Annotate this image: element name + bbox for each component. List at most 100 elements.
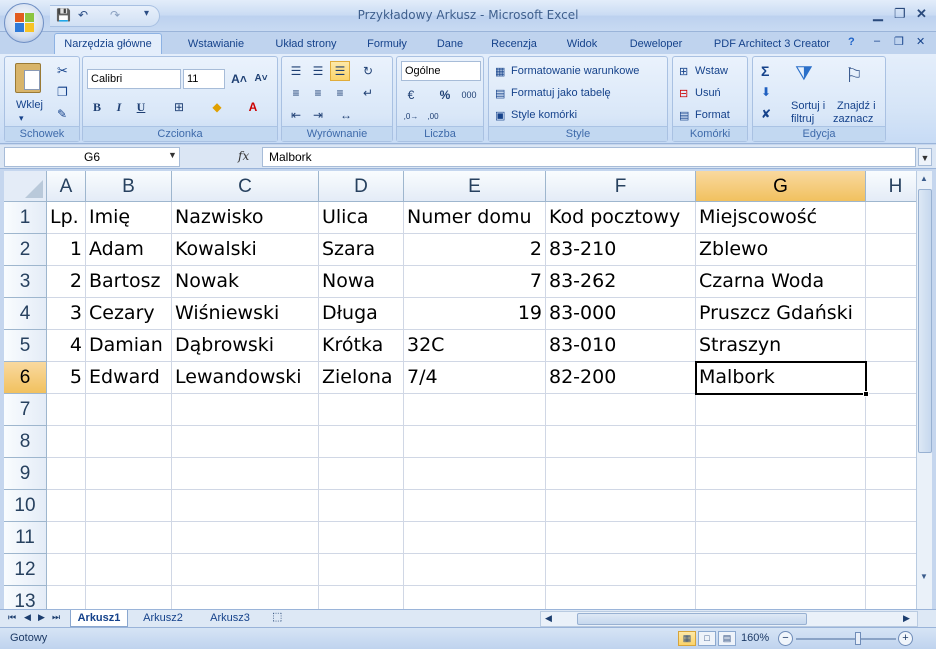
cell-styles-button[interactable]: Style komórki: [511, 109, 577, 121]
select-all-button[interactable]: [4, 171, 47, 202]
cell-e6[interactable]: 7/4: [404, 362, 546, 394]
cell-e7[interactable]: [404, 394, 546, 426]
ribbon-minimize-icon[interactable]: –: [874, 35, 880, 47]
cell-g12[interactable]: [696, 554, 866, 586]
cell-e5[interactable]: 32C: [404, 330, 546, 362]
cell-d10[interactable]: [319, 490, 404, 522]
cell-b2[interactable]: Adam: [86, 234, 172, 266]
column-header-h[interactable]: H: [866, 171, 916, 202]
find-select-icon[interactable]: ⚐: [845, 63, 863, 88]
cell-g8[interactable]: [696, 426, 866, 458]
cell-c13[interactable]: [172, 586, 319, 609]
row-header-13[interactable]: 13: [4, 586, 47, 609]
cell-c11[interactable]: [172, 522, 319, 554]
cell-h8[interactable]: [866, 426, 916, 458]
cell-d6[interactable]: Zielona: [319, 362, 404, 394]
cell-b7[interactable]: [86, 394, 172, 426]
ribbon-close-icon[interactable]: ✕: [916, 35, 925, 48]
next-sheet-icon[interactable]: ▶: [38, 612, 45, 623]
row-header-6[interactable]: 6: [4, 362, 47, 394]
cell-a11[interactable]: [47, 522, 86, 554]
worksheet-grid[interactable]: ABCDEFGH 1 2 3 4 5 6 7 8 9 10 11 12 13 Lp. Imię Nazwis…: [4, 171, 916, 609]
cell-a9[interactable]: [47, 458, 86, 490]
font-name-select[interactable]: Calibri: [87, 69, 181, 89]
zoom-level[interactable]: 160%: [741, 632, 769, 644]
ribbon-restore-icon[interactable]: ❐: [894, 35, 904, 48]
cell-e9[interactable]: [404, 458, 546, 490]
cell-d1[interactable]: Ulica: [319, 202, 404, 234]
cell-e13[interactable]: [404, 586, 546, 609]
cell-h4[interactable]: [866, 298, 916, 330]
close-icon[interactable]: ✕: [916, 6, 927, 22]
currency-icon[interactable]: €: [401, 85, 421, 105]
cell-h13[interactable]: [866, 586, 916, 609]
maximize-icon[interactable]: ❐: [894, 6, 906, 22]
cell-b10[interactable]: [86, 490, 172, 522]
autosum-icon[interactable]: Σ: [761, 63, 769, 79]
zoom-in-icon[interactable]: +: [898, 631, 913, 646]
row-header-10[interactable]: 10: [4, 490, 47, 522]
align-top-icon[interactable]: ☰: [286, 61, 306, 81]
tab-home[interactable]: Narzędzia główne: [54, 33, 162, 54]
cell-c10[interactable]: [172, 490, 319, 522]
cell-h2[interactable]: [866, 234, 916, 266]
name-box[interactable]: G6: [4, 147, 180, 167]
format-cells-button[interactable]: Format: [695, 109, 730, 121]
row-header-5[interactable]: 5: [4, 330, 47, 362]
cell-f3[interactable]: 83-262: [546, 266, 696, 298]
borders-icon[interactable]: ⊞: [169, 97, 189, 117]
sort-filter-icon[interactable]: ⧩: [795, 63, 813, 86]
cell-g7[interactable]: [696, 394, 866, 426]
scroll-up-icon[interactable]: ▲: [917, 171, 931, 187]
column-header-g[interactable]: G: [696, 171, 866, 202]
cell-b4[interactable]: Cezary: [86, 298, 172, 330]
cell-a2[interactable]: 1: [47, 234, 86, 266]
cell-d12[interactable]: [319, 554, 404, 586]
cell-e3[interactable]: 7: [404, 266, 546, 298]
minimize-icon[interactable]: ▁: [873, 6, 883, 22]
row-header-12[interactable]: 12: [4, 554, 47, 586]
format-as-table-button[interactable]: Formatuj jako tabelę: [511, 87, 611, 99]
align-bottom-icon[interactable]: ☰: [330, 61, 350, 81]
find-select-label-1[interactable]: Znajdź i: [837, 100, 876, 112]
tab-developer[interactable]: Deweloper: [618, 36, 694, 54]
cell-g9[interactable]: [696, 458, 866, 490]
cell-h7[interactable]: [866, 394, 916, 426]
cell-e12[interactable]: [404, 554, 546, 586]
cell-d8[interactable]: [319, 426, 404, 458]
column-header-d[interactable]: D: [319, 171, 404, 202]
cell-b3[interactable]: Bartosz: [86, 266, 172, 298]
cell-g2[interactable]: Zblewo: [696, 234, 866, 266]
paste-icon[interactable]: [15, 63, 41, 93]
cell-h3[interactable]: [866, 266, 916, 298]
align-right-icon[interactable]: ≡: [330, 83, 350, 103]
page-layout-view-icon[interactable]: □: [698, 631, 716, 646]
cell-f11[interactable]: [546, 522, 696, 554]
cell-c2[interactable]: Kowalski: [172, 234, 319, 266]
cell-h9[interactable]: [866, 458, 916, 490]
cell-b13[interactable]: [86, 586, 172, 609]
tab-page-layout[interactable]: Układ strony: [266, 36, 346, 54]
prev-sheet-icon[interactable]: ◀: [24, 612, 31, 623]
number-format-select[interactable]: Ogólne: [401, 61, 481, 81]
cell-f2[interactable]: 83-210: [546, 234, 696, 266]
cell-h10[interactable]: [866, 490, 916, 522]
grow-font-icon[interactable]: A˄: [229, 69, 249, 89]
row-header-9[interactable]: 9: [4, 458, 47, 490]
percent-button[interactable]: %: [435, 85, 455, 105]
scroll-down-icon[interactable]: ▼: [917, 569, 931, 585]
bold-button[interactable]: B: [87, 97, 107, 117]
cell-g11[interactable]: [696, 522, 866, 554]
cell-f7[interactable]: [546, 394, 696, 426]
merge-center-icon[interactable]: ↔: [336, 105, 356, 125]
increase-decimal-icon[interactable]: ,0→: [401, 107, 421, 127]
cell-h5[interactable]: [866, 330, 916, 362]
cell-d5[interactable]: Krótka: [319, 330, 404, 362]
cell-h6[interactable]: [866, 362, 916, 394]
cell-b12[interactable]: [86, 554, 172, 586]
cell-f5[interactable]: 83-010: [546, 330, 696, 362]
vertical-scrollbar[interactable]: ▲ ▼: [916, 171, 932, 609]
cell-b8[interactable]: [86, 426, 172, 458]
align-center-icon[interactable]: ≡: [308, 83, 328, 103]
cell-h11[interactable]: [866, 522, 916, 554]
